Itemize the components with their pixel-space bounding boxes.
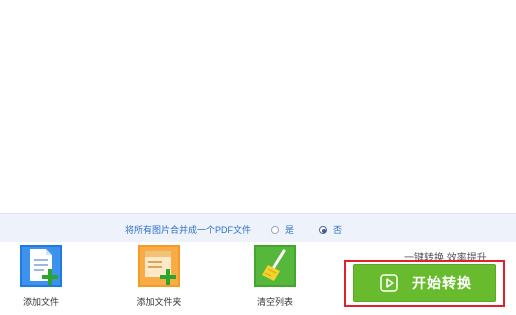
start-convert-label: 开始转换 (412, 275, 472, 291)
merge-no-label: 否 (333, 225, 343, 235)
start-convert-button[interactable]: 开始转换 (353, 264, 496, 302)
radio-unchecked-icon (271, 225, 279, 234)
merge-yes-radio[interactable]: 是 (271, 223, 294, 236)
radio-checked-icon (319, 225, 327, 234)
folder-add-icon (138, 245, 180, 287)
play-icon (380, 274, 398, 292)
clear-list-label: 清空列表 (256, 297, 293, 307)
merge-yes-label: 是 (285, 225, 295, 235)
add-folder-label: 添加文件夹 (136, 297, 182, 307)
file-list-area[interactable] (0, 0, 516, 213)
broom-icon (254, 245, 296, 287)
merge-option-bar: 将所有图片合并成一个PDF文件 是 否 (0, 213, 516, 242)
add-file-button[interactable]: 添加文件 (6, 245, 76, 311)
add-file-label: 添加文件 (22, 297, 59, 307)
document-add-icon (20, 245, 62, 287)
add-folder-button[interactable]: 添加文件夹 (124, 245, 194, 311)
merge-no-radio[interactable]: 否 (319, 223, 342, 236)
merge-option-label: 将所有图片合并成一个PDF文件 (125, 225, 252, 235)
clear-list-button[interactable]: 清空列表 (240, 245, 310, 311)
